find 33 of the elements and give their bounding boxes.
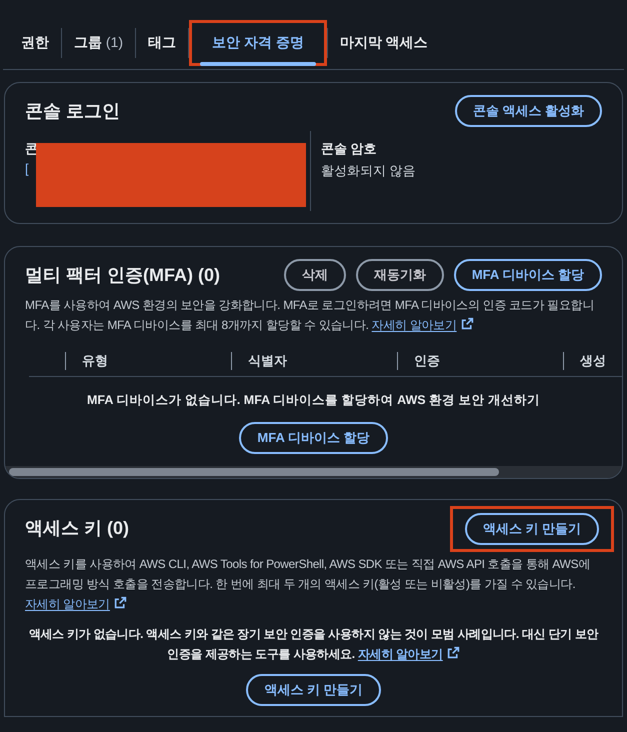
learn-more-link[interactable]: 자세히 알아보기 bbox=[358, 646, 443, 661]
column-header: 식별자 bbox=[248, 352, 287, 370]
section-title: 콘솔 로그인 bbox=[25, 100, 120, 122]
external-link-icon bbox=[114, 596, 127, 609]
enable-console-access-button[interactable]: 콘솔 액세스 활성화 bbox=[454, 95, 602, 127]
assign-mfa-device-button[interactable]: MFA 디바이스 할당 bbox=[239, 422, 388, 454]
create-access-key-button[interactable]: 액세스 키 만들기 bbox=[246, 674, 381, 706]
empty-message: 액세스 키가 없습니다. 액세스 키와 같은 장기 보안 인증을 사용하지 않는 것이 모범 사례입니다. 대신 단기 보안 인증을 제공하는 도구를 사용하세요. 자세히 알아보기 bbox=[28, 626, 600, 663]
field-value: 활성화되지 않음 bbox=[321, 162, 416, 180]
section-title: 멀티 팩터 인증(MFA) (0) bbox=[25, 264, 220, 287]
external-link-icon bbox=[446, 646, 460, 659]
field-value: [ bbox=[25, 160, 29, 178]
column-header: 인증 bbox=[414, 352, 440, 370]
learn-more-link[interactable]: 자세히 알아보기 bbox=[372, 318, 457, 332]
field-label: 콘 bbox=[25, 140, 38, 158]
action-button[interactable]: MFA 디바이스 할당 bbox=[454, 259, 602, 291]
create-access-key-button[interactable]: 액세스 키 만들기 bbox=[464, 512, 599, 545]
tab[interactable]: 태그 bbox=[136, 26, 188, 60]
description: 액세스 키를 사용하여 AWS CLI, AWS Tools for PowerShell, AWS SDK 또는 직접 AWS API 호출을 통해 AWS에 프로그래밍 방식 호출을 전송합니다. 한 번에 최대 두 개의 액세스 키(활성 또는 비활성)를 가질 수 있습니다. 자세히 알아보기 bbox=[25, 556, 591, 613]
action-button[interactable]: 삭제 bbox=[284, 259, 346, 291]
external-link-icon bbox=[460, 317, 474, 330]
tab[interactable]: 그룹 (1) bbox=[62, 26, 136, 60]
column-header: 유형 bbox=[82, 352, 108, 370]
action-button[interactable]: 재동기화 bbox=[356, 259, 444, 291]
field-label: 콘솔 암호 bbox=[321, 140, 378, 158]
section-title: 액세스 키 (0) bbox=[25, 517, 130, 540]
description: MFA를 사용하여 AWS 환경의 보안을 강화합니다. MFA로 로그인하려면 MFA 디바이스의 인증 코드가 필요합니다. 각 사용자는 MFA 디바이스를 최대 8개까지 할당할 수 있습니다. 자세히 알아보기 bbox=[25, 297, 595, 334]
tab[interactable]: 권한 bbox=[9, 26, 61, 60]
tab[interactable]: 마지막 액세스 bbox=[328, 26, 440, 60]
column-header: 생성 bbox=[580, 352, 606, 370]
learn-more-link[interactable]: 자세히 알아보기 bbox=[25, 596, 110, 611]
empty-message: MFA 디바이스가 없습니다. MFA 디바이스를 할당하여 AWS 환경 보안 개선하기 bbox=[86, 392, 540, 409]
tab[interactable]: 보안 자격 증명 bbox=[200, 26, 316, 60]
